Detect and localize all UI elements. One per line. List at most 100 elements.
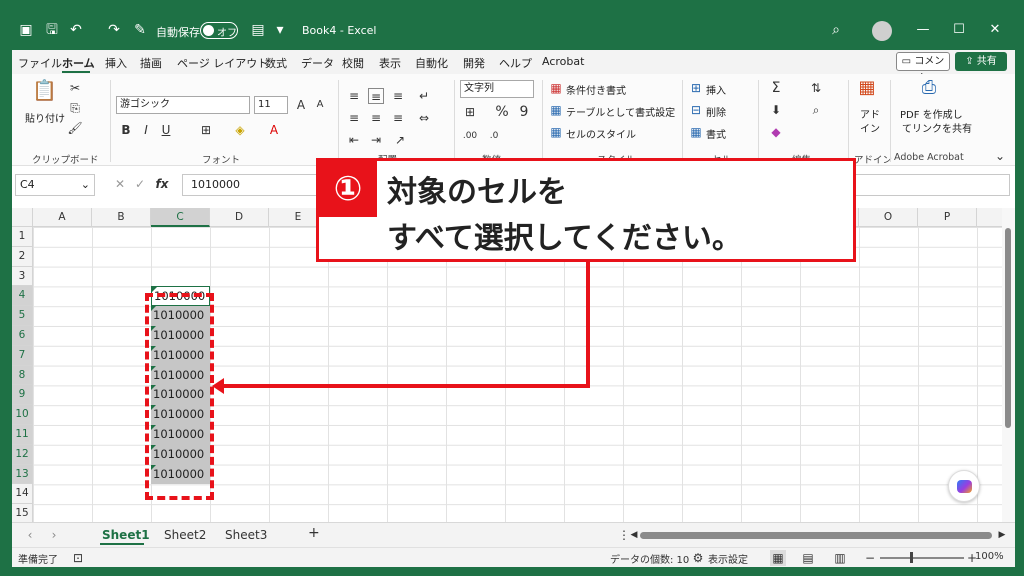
underline-icon[interactable]: U — [158, 122, 174, 138]
page-break-view-icon[interactable]: ▥ — [832, 550, 848, 566]
zoom-slider[interactable] — [880, 557, 964, 559]
tab-insert[interactable]: 挿入 — [105, 55, 127, 71]
row-header-15[interactable]: 15 — [12, 504, 33, 524]
pdf-share-icon[interactable]: ⎙ — [918, 79, 940, 102]
prev-sheet-icon[interactable]: ‹ — [22, 527, 38, 543]
tab-view[interactable]: 表示 — [379, 55, 401, 71]
redo-icon[interactable]: ↷ — [104, 20, 124, 40]
add-sheet-button[interactable]: + — [308, 525, 320, 541]
brush-icon[interactable]: ✎ — [130, 20, 150, 40]
avatar[interactable] — [872, 21, 892, 41]
customize-icon[interactable]: ▾ — [270, 20, 290, 40]
column-header-p[interactable]: P — [918, 208, 977, 227]
row-header-2[interactable]: 2 — [12, 246, 33, 267]
cell-style-icon[interactable]: ▦ — [548, 124, 564, 140]
percent-icon[interactable]: % — [494, 104, 510, 120]
sheet-tab-3[interactable]: Sheet3 — [225, 528, 267, 542]
close-icon[interactable]: ✕ — [987, 22, 1003, 38]
shrink-font-icon[interactable]: A — [312, 97, 328, 113]
row-header-4[interactable]: 4 — [12, 286, 33, 307]
delete-cells-button[interactable]: 削除 — [706, 104, 726, 119]
column-header-d[interactable]: D — [210, 208, 269, 227]
format-cells-button[interactable]: 書式 — [706, 126, 726, 141]
enter-icon[interactable]: ✓ — [132, 176, 148, 192]
row-header-9[interactable]: 9 — [12, 385, 33, 406]
comment-button[interactable]: ▭ コメント — [896, 52, 950, 84]
save-icon[interactable]: 🖫 — [42, 20, 62, 40]
search-icon[interactable]: ⌕ — [826, 20, 846, 40]
pdf-create-label-1[interactable]: PDF を作成し — [900, 106, 963, 121]
cut-icon[interactable]: ✂ — [67, 80, 83, 96]
cancel-icon[interactable]: ✕ — [112, 176, 128, 192]
accessibility-icon[interactable]: ⊡ — [70, 550, 86, 566]
align-middle-icon[interactable]: ≡ — [368, 88, 384, 104]
share-button[interactable]: ⇪ 共有 — [955, 52, 1007, 71]
normal-view-icon[interactable]: ▦ — [770, 550, 786, 566]
decrease-decimal-icon[interactable]: .0 — [486, 128, 502, 144]
cell-styles-button[interactable]: セルのスタイル — [566, 126, 636, 141]
italic-icon[interactable]: I — [138, 122, 154, 138]
paste-icon[interactable]: 📋 — [32, 80, 57, 106]
row-header-13[interactable]: 13 — [12, 464, 33, 485]
insert-cells-icon[interactable]: ⊞ — [688, 80, 704, 96]
column-header-c[interactable]: C — [151, 208, 210, 227]
addins-label-1[interactable]: アド — [860, 106, 880, 121]
conditional-format-icon[interactable]: ▦ — [548, 80, 564, 96]
sheet-tab-1[interactable]: Sheet1 — [102, 528, 150, 542]
tab-file[interactable]: ファイル — [18, 55, 62, 71]
orientation-icon[interactable]: ↗ — [392, 132, 408, 148]
fill-icon[interactable]: ⬇ — [768, 102, 784, 118]
tab-formulas[interactable]: 数式 — [265, 55, 287, 71]
decrease-indent-icon[interactable]: ⇤ — [346, 132, 362, 148]
copilot-button[interactable] — [948, 470, 980, 502]
display-settings-icon[interactable]: ⚙ — [690, 550, 706, 566]
row-header-6[interactable]: 6 — [12, 326, 33, 346]
row-header-7[interactable]: 7 — [12, 345, 33, 366]
format-as-table-button[interactable]: テーブルとして書式設定 — [566, 104, 675, 119]
row-header-14[interactable]: 14 — [12, 484, 33, 505]
align-center-icon[interactable]: ≡ — [368, 110, 384, 126]
scroll-right-icon[interactable]: ▶ — [994, 527, 1010, 543]
row-header-1[interactable]: 1 — [12, 227, 33, 247]
copy-icon[interactable]: ⎘ — [67, 100, 83, 116]
fill-color-icon[interactable]: ◈ — [232, 122, 248, 138]
next-sheet-icon[interactable]: › — [46, 527, 62, 543]
pdf-create-label-2[interactable]: てリンクを共有 — [902, 120, 972, 135]
column-header-a[interactable]: A — [33, 208, 92, 227]
grow-font-icon[interactable]: A — [293, 97, 309, 113]
tab-home[interactable]: ホーム — [62, 55, 95, 71]
tab-review[interactable]: 校閲 — [342, 55, 364, 71]
increase-decimal-icon[interactable]: .00 — [462, 128, 478, 144]
vertical-scrollbar[interactable] — [1002, 208, 1015, 522]
find-select-icon[interactable]: ⌕ — [808, 102, 824, 118]
row-header-12[interactable]: 12 — [12, 444, 33, 465]
currency-icon[interactable]: ⊞ — [462, 104, 478, 120]
row-header-5[interactable]: 5 — [12, 306, 33, 326]
paste-label[interactable]: 貼り付け — [25, 110, 65, 125]
font-name-select[interactable]: 游ゴシック — [116, 96, 250, 114]
format-painter-icon[interactable]: 🖌 — [67, 120, 83, 136]
format-cells-icon[interactable]: ▦ — [688, 124, 704, 140]
addins-label-2[interactable]: イン — [860, 120, 880, 135]
maximize-icon[interactable]: ☐ — [951, 22, 967, 38]
zoom-slider-thumb[interactable] — [910, 552, 913, 563]
tab-developer[interactable]: 開発 — [463, 55, 485, 71]
zoom-level[interactable]: 100% — [975, 551, 1004, 562]
zoom-out-icon[interactable]: − — [862, 550, 878, 566]
column-header-o[interactable]: O — [859, 208, 918, 227]
font-color-icon[interactable]: A — [266, 122, 282, 138]
wrap-text-icon[interactable]: ↵ — [416, 88, 432, 104]
border-icon[interactable]: ⊞ — [198, 122, 214, 138]
align-top-icon[interactable]: ≡ — [346, 88, 362, 104]
autosum-icon[interactable]: Σ — [768, 80, 784, 96]
file-icon[interactable]: ▤ — [248, 20, 268, 40]
page-layout-view-icon[interactable]: ▤ — [800, 550, 816, 566]
insert-function-icon[interactable]: fx — [154, 176, 170, 192]
bold-icon[interactable]: B — [118, 122, 134, 138]
undo-icon[interactable]: ↶ — [66, 20, 86, 40]
row-header-8[interactable]: 8 — [12, 365, 33, 386]
delete-cells-icon[interactable]: ⊟ — [688, 102, 704, 118]
name-box[interactable]: C4 ⌄ — [15, 174, 95, 196]
horizontal-scrollbar[interactable] — [640, 532, 992, 539]
display-settings-label[interactable]: 表示設定 — [708, 551, 748, 566]
